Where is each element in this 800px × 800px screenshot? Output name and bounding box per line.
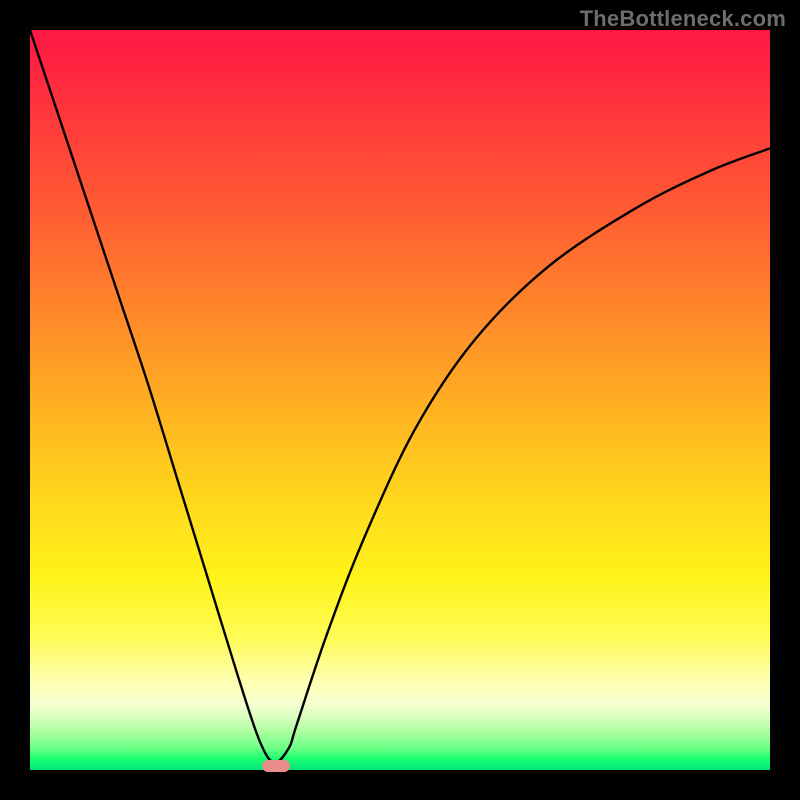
watermark-text: TheBottleneck.com xyxy=(580,6,786,32)
valley-marker xyxy=(262,760,290,772)
plot-area xyxy=(30,30,770,770)
chart-frame: TheBottleneck.com xyxy=(0,0,800,800)
bottleneck-curve xyxy=(30,30,770,770)
